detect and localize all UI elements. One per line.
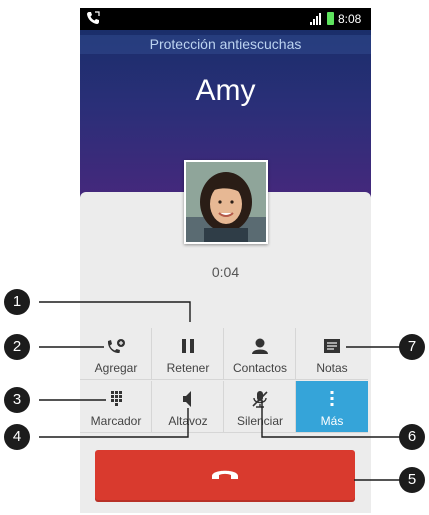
- callout-1: 1: [4, 289, 30, 315]
- callout-3: 3: [4, 387, 30, 413]
- callout-5: 5: [399, 467, 425, 493]
- callout-6: 6: [399, 424, 425, 450]
- callout-2: 2: [4, 334, 30, 360]
- callout-4: 4: [4, 424, 30, 450]
- callout-lines: [39, 301, 410, 481]
- callout-7: 7: [399, 334, 425, 360]
